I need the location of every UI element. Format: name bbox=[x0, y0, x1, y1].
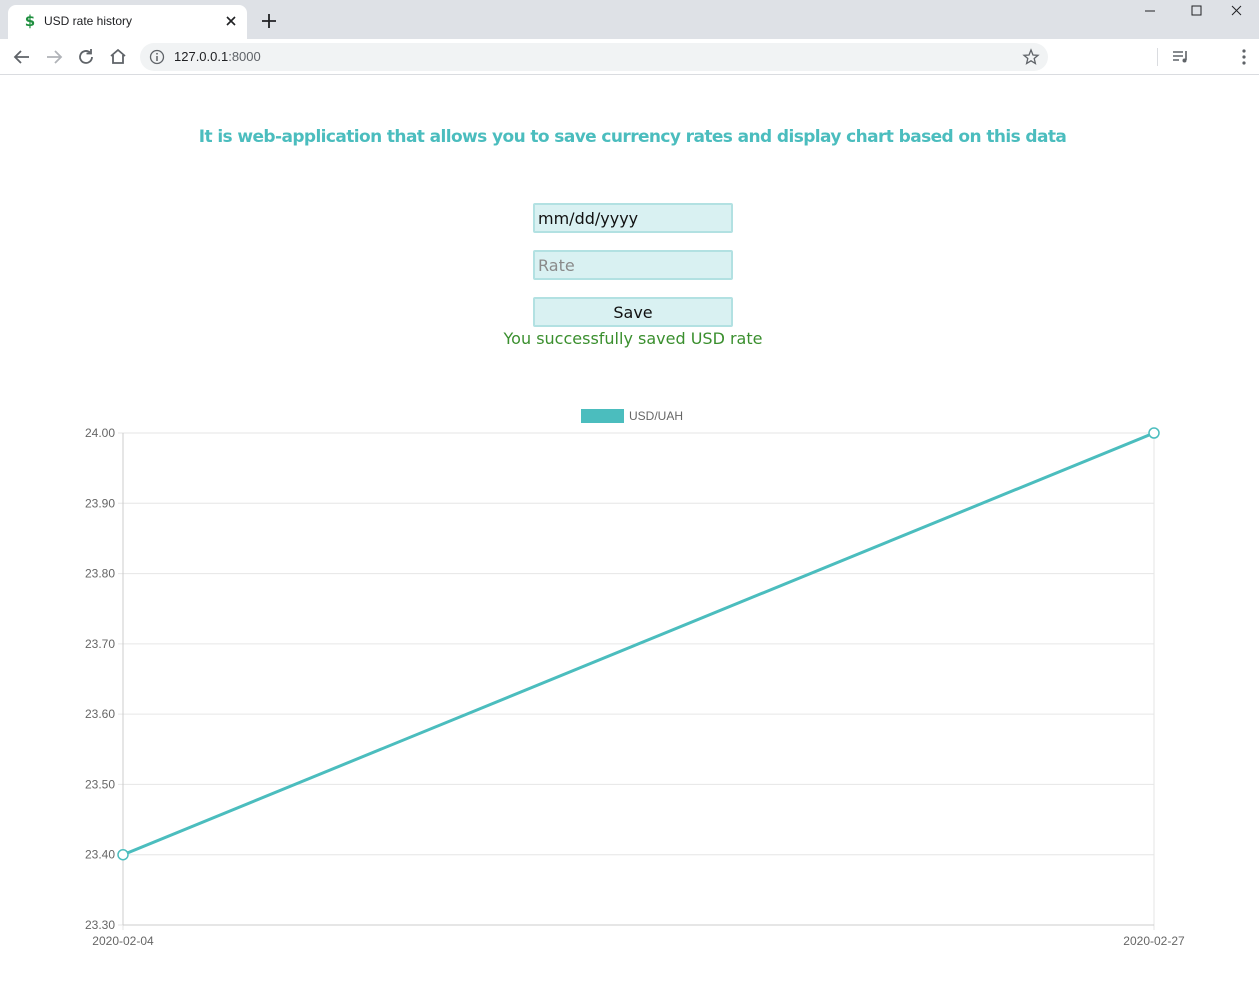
legend-label: USD/UAH bbox=[629, 409, 683, 423]
toolbar-separator bbox=[1157, 48, 1158, 66]
y-tick-label: 23.30 bbox=[85, 918, 115, 932]
y-tick-label: 23.80 bbox=[85, 567, 115, 581]
media-control-icon[interactable] bbox=[1168, 44, 1194, 70]
site-info-icon[interactable] bbox=[149, 49, 165, 65]
y-tick-label: 23.50 bbox=[85, 777, 115, 791]
save-button[interactable]: Save bbox=[533, 297, 733, 327]
url-host: 127.0.0.1 bbox=[174, 49, 229, 64]
reload-icon[interactable] bbox=[73, 44, 99, 70]
rate-input[interactable] bbox=[533, 250, 733, 280]
dollar-favicon-icon: $ bbox=[24, 12, 36, 30]
usd-rate-chart: USD/UAH 24.00 23.90 23.80 23.70 23.60 23.50 23… bbox=[85, 409, 1185, 948]
date-input[interactable] bbox=[533, 203, 733, 233]
back-arrow-icon[interactable] bbox=[9, 44, 35, 70]
browser-menu-icon[interactable] bbox=[1231, 44, 1257, 70]
home-icon[interactable] bbox=[105, 44, 131, 70]
y-tick-label: 23.40 bbox=[85, 848, 115, 862]
new-tab-icon[interactable] bbox=[258, 10, 280, 32]
browser-tab-strip: $ USD rate history bbox=[0, 0, 1259, 39]
close-tab-icon[interactable] bbox=[221, 11, 241, 31]
x-tick-label: 2020-02-04 bbox=[92, 934, 154, 948]
y-tick-label: 23.60 bbox=[85, 707, 115, 721]
url-text[interactable]: 127.0.0.1:8000 bbox=[174, 49, 261, 64]
url-port: :8000 bbox=[228, 49, 261, 64]
address-bar[interactable]: 127.0.0.1:8000 bbox=[140, 43, 1048, 71]
legend-swatch bbox=[581, 409, 624, 423]
forward-arrow-icon[interactable] bbox=[41, 44, 67, 70]
bookmark-star-icon[interactable] bbox=[1022, 48, 1040, 66]
y-tick-label: 23.90 bbox=[85, 496, 115, 510]
page-headline: It is web-application that allows you to… bbox=[198, 127, 1067, 147]
minimize-window-icon[interactable] bbox=[1127, 0, 1173, 30]
y-tick-label: 23.70 bbox=[85, 637, 115, 651]
y-tick-label: 24.00 bbox=[85, 426, 115, 440]
success-message: You successfully saved USD rate bbox=[503, 329, 763, 348]
close-window-icon[interactable] bbox=[1213, 0, 1259, 30]
page-content: It is web-application that allows you to… bbox=[0, 76, 1259, 991]
tab-title: USD rate history bbox=[44, 14, 133, 28]
browser-tab[interactable]: $ USD rate history bbox=[8, 5, 247, 39]
browser-toolbar: 127.0.0.1:8000 bbox=[0, 39, 1259, 75]
data-point bbox=[117, 848, 129, 861]
x-tick-label: 2020-02-27 bbox=[1123, 934, 1185, 948]
data-point bbox=[1148, 427, 1160, 439]
